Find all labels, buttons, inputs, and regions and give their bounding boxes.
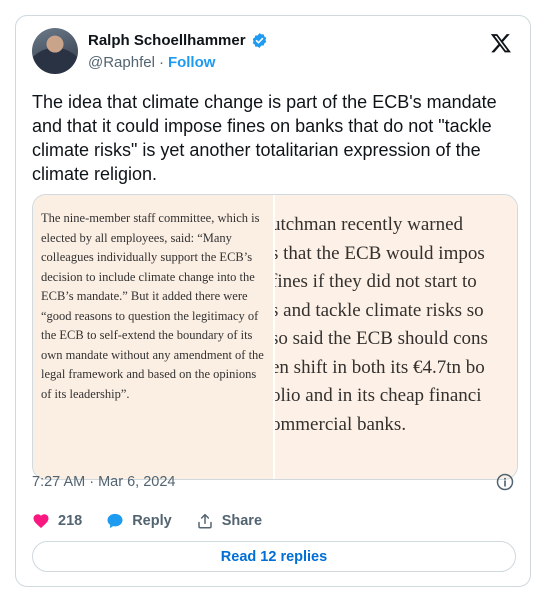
separator-dot: ·: [158, 54, 164, 71]
author-handle-row: @Raphfel · Follow: [88, 54, 215, 71]
x-logo-icon[interactable]: [490, 32, 512, 54]
follow-button[interactable]: Follow: [168, 54, 216, 71]
article-line: en shift in both its €4.7tn bo: [275, 356, 485, 378]
article-line: ommercial banks.: [275, 413, 407, 435]
info-icon[interactable]: [496, 473, 514, 491]
article-excerpt-left: The nine-member staff committee, which i…: [33, 195, 273, 479]
article-line: s and tackle climate risks so: [275, 299, 484, 321]
article-line: utchman recently warned: [275, 214, 464, 235]
heart-icon: [33, 514, 49, 529]
reply-button[interactable]: Reply: [106, 512, 172, 530]
read-replies-button[interactable]: Read 12 replies: [32, 541, 516, 572]
like-button[interactable]: 218: [32, 512, 82, 530]
article-line: olio and in its cheap financi: [275, 385, 482, 406]
author-handle[interactable]: @Raphfel: [88, 54, 155, 71]
reply-bubble-icon: [107, 513, 123, 529]
share-label: Share: [221, 513, 263, 529]
avatar[interactable]: [32, 28, 78, 74]
article-line: s that the ECB would impos: [275, 242, 485, 264]
share-upload-icon: [197, 513, 212, 529]
author-name-row: Ralph Schoellhammer: [88, 32, 268, 49]
author-name[interactable]: Ralph Schoellhammer: [88, 32, 246, 49]
article-line: so said the ECB should cons: [275, 328, 488, 349]
article-line: fines if they did not start to: [275, 271, 477, 292]
like-count: 218: [58, 513, 83, 529]
article-excerpt-right: utchman recently warned s that the ECB w…: [275, 195, 517, 479]
reply-label: Reply: [132, 513, 172, 529]
verified-badge-icon: [252, 33, 266, 48]
tweet-card: Ralph Schoellhammer @Raphfel · Follow Th…: [15, 15, 531, 587]
share-button[interactable]: Share: [196, 512, 262, 530]
tweet-media-image[interactable]: The nine-member staff committee, which i…: [32, 194, 518, 480]
tweet-timestamp[interactable]: 7:27 AM · Mar 6, 2024: [32, 474, 175, 490]
tweet-actions: 218 Reply Share: [32, 512, 286, 530]
tweet-text: The idea that climate change is part of …: [32, 92, 497, 184]
